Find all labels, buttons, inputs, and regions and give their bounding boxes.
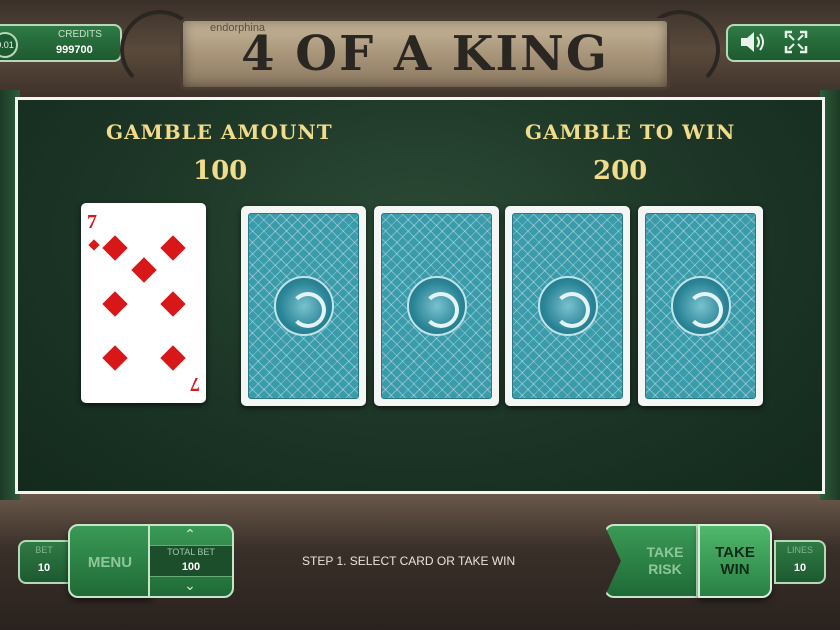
speaker-icon[interactable]	[738, 30, 766, 54]
gamble-amount-label: GAMBLE AMOUNT	[106, 120, 333, 144]
face-down-card-1[interactable]	[241, 206, 366, 406]
card-back-emblem-icon	[670, 276, 731, 336]
diamond-icon	[160, 291, 186, 317]
gamble-to-win-label: GAMBLE TO WIN	[525, 120, 736, 144]
bet-label: BET	[35, 545, 53, 555]
take-win-label-line2: WIN	[720, 561, 750, 578]
card-back-emblem-icon	[537, 276, 598, 336]
dealer-card: 7 7	[81, 203, 206, 403]
gamble-to-win-value: 200	[593, 156, 648, 186]
game-title: 4 OF A KING	[241, 26, 609, 82]
card-back-emblem-icon	[406, 276, 467, 336]
diamond-icon	[160, 235, 186, 261]
chevron-down-icon[interactable]: ⌄	[183, 579, 197, 593]
diamond-icon	[160, 345, 186, 371]
credits-value: 999700	[56, 44, 93, 56]
diamond-icon	[102, 291, 128, 317]
card-rank-bottom: 7	[190, 373, 200, 395]
lines-display: LINES 10	[774, 540, 826, 584]
take-risk-label: TAKE RISK	[630, 544, 700, 578]
bet-display: BET 10	[18, 540, 70, 584]
take-risk-label-line2: RISK	[648, 561, 682, 577]
gamble-amount-value: 100	[193, 156, 248, 186]
total-bet-label: TOTAL BET	[167, 547, 215, 557]
lines-label: LINES	[786, 545, 813, 555]
diamond-icon	[102, 235, 128, 261]
take-risk-label-line1: TAKE	[646, 544, 684, 560]
total-bet-value: 100	[181, 561, 201, 573]
face-down-card-3[interactable]	[505, 206, 630, 406]
menu-label: MENU	[87, 554, 133, 571]
bet-value: 10	[37, 562, 51, 574]
fullscreen-icon[interactable]	[784, 30, 808, 54]
diamond-icon	[88, 239, 100, 251]
credits-label: CREDITS	[58, 29, 102, 40]
lines-value: 10	[793, 562, 807, 574]
card-rank-top: 7	[87, 211, 97, 233]
card-back-emblem-icon	[273, 276, 334, 336]
status-message: STEP 1. SELECT CARD OR TAKE WIN	[302, 554, 516, 568]
diamond-icon	[102, 345, 128, 371]
chevron-up-icon[interactable]: ⌃	[183, 528, 197, 542]
diamond-icon	[131, 257, 157, 283]
face-down-card-2[interactable]	[374, 206, 499, 406]
take-win-label-line1: TAKE	[715, 544, 755, 561]
face-down-card-4[interactable]	[638, 206, 763, 406]
take-win-label: TAKE WIN	[698, 544, 772, 578]
